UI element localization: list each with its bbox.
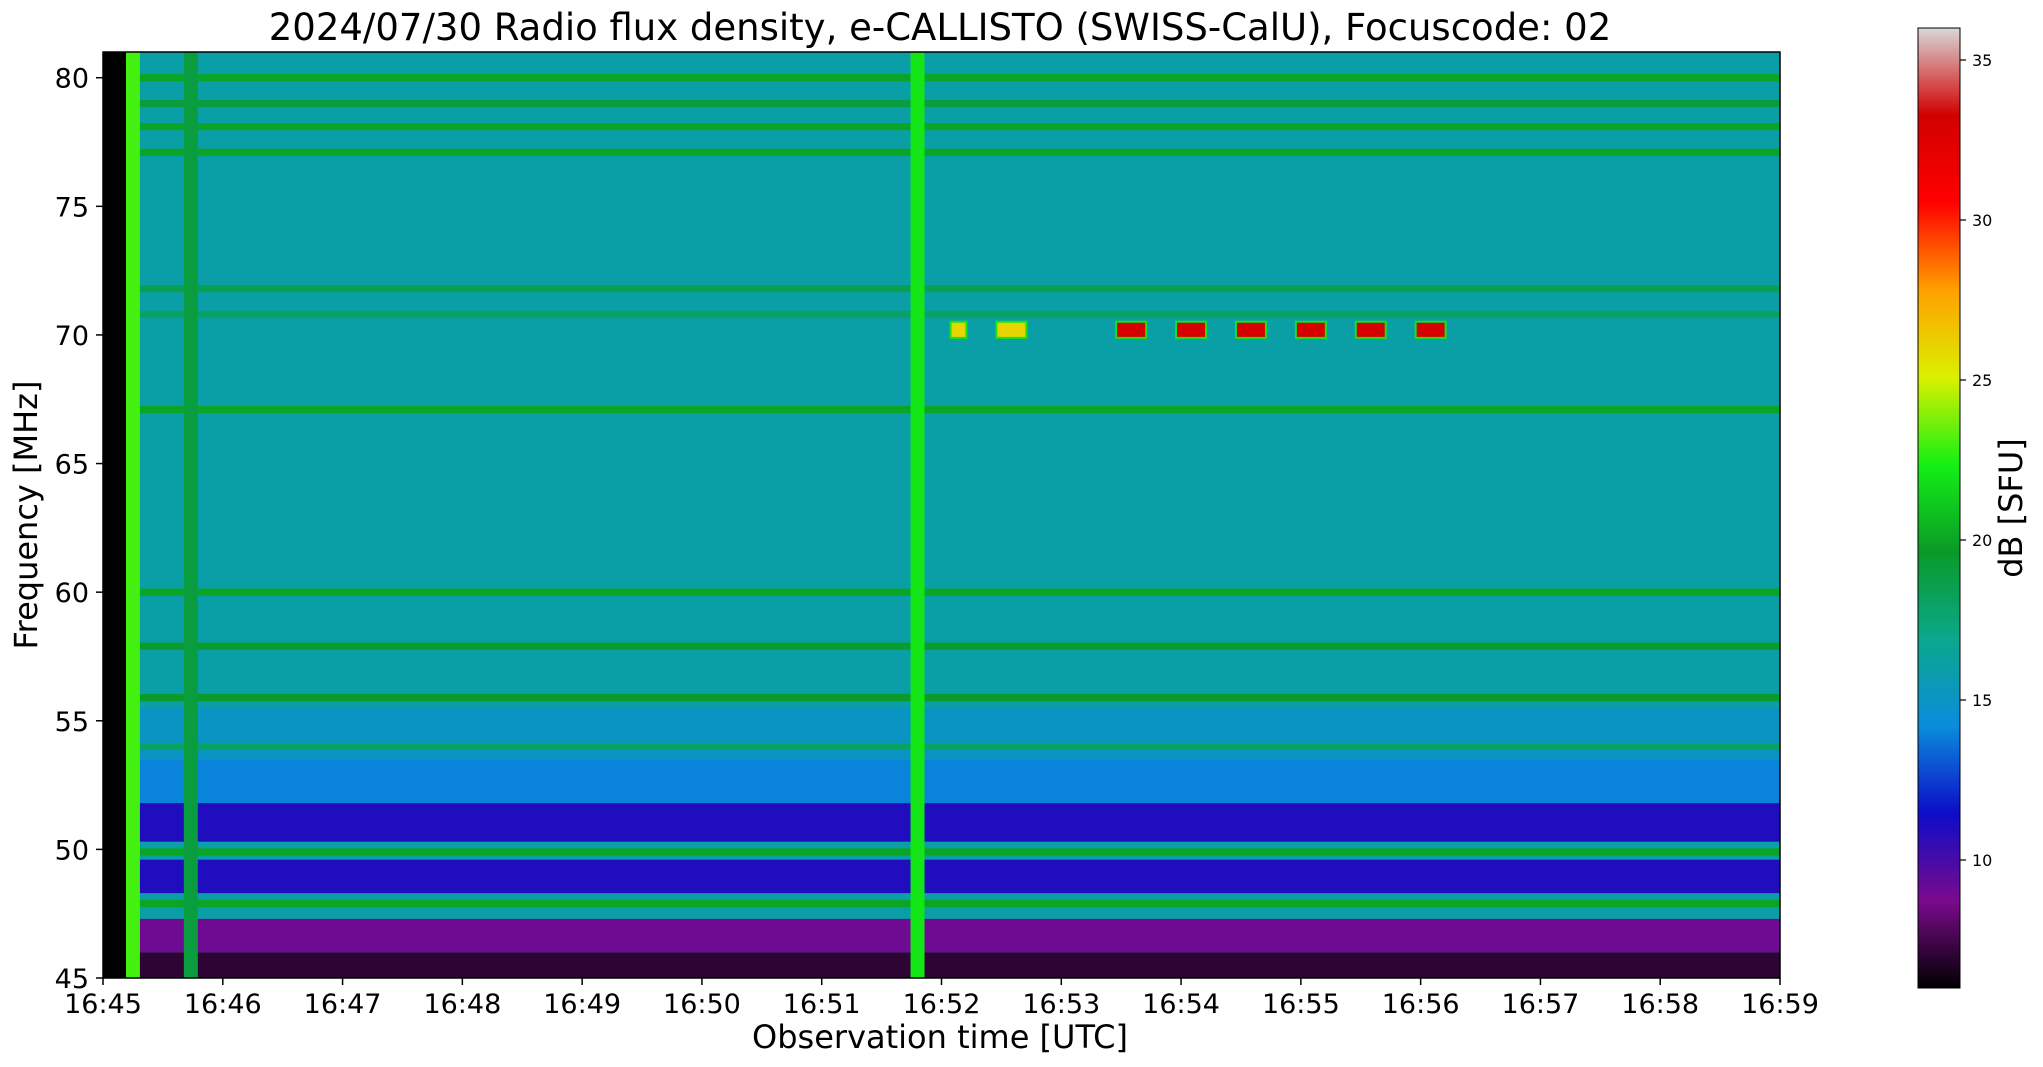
emission-spot-core: [1177, 322, 1206, 337]
x-axis-label: Observation time [UTC]: [752, 1018, 1128, 1056]
x-axis-ticks: 16:45 16:46 16:47 16:48 16:49 16:50 16:51 16:52…: [64, 978, 1819, 1020]
x-tick-label: 16:53: [1022, 989, 1100, 1020]
y-tick-label: 50: [55, 835, 89, 866]
spots: [949, 320, 1447, 339]
x-tick-label: 16:58: [1621, 989, 1699, 1020]
x-tick-label: 16:46: [184, 989, 262, 1020]
interference-band: [103, 588, 1780, 596]
colorbar-tick-label: 10: [1972, 851, 1992, 870]
vertical-burst: [183, 52, 198, 978]
y-tick-label: 45: [55, 964, 89, 995]
colorbar: [1917, 27, 1961, 989]
interference-band: [103, 285, 1780, 293]
x-tick-label: 16:52: [903, 989, 981, 1020]
chart-title: 2024/07/30 Radio flux density, e-CALLIST…: [269, 6, 1612, 49]
x-tick-label: 16:54: [1142, 989, 1220, 1020]
y-axis-ticks: 45 50 55 60 65 70 75 80: [55, 64, 103, 995]
emission-spot-core: [1296, 322, 1325, 337]
emission-spot-core: [997, 322, 1026, 337]
emission-spot-core: [1236, 322, 1265, 337]
colorbar-tick-label: 30: [1972, 211, 1992, 230]
interference-band: [103, 74, 1780, 82]
interference-band: [103, 742, 1780, 751]
frequency-zone: [103, 759, 1780, 804]
x-tick-label: 16:47: [304, 989, 382, 1020]
colorbar-tick-label: 35: [1972, 51, 1992, 70]
x-tick-label: 16:57: [1502, 989, 1580, 1020]
x-tick-label: 16:50: [663, 989, 741, 1020]
interference-band: [103, 642, 1780, 650]
vertical-burst: [910, 52, 925, 978]
x-tick-label: 16:55: [1262, 989, 1340, 1020]
spectrogram-plot-area: [103, 52, 1780, 978]
y-tick-label: 70: [55, 321, 89, 352]
interference-band: [103, 148, 1780, 156]
frequency-zone: [103, 859, 1780, 894]
interference-band: [103, 405, 1780, 414]
frequency-zone: [103, 803, 1780, 842]
spectrogram-figure: 2024/07/30 Radio flux density, e-CALLIST…: [7, 6, 2030, 1056]
y-tick-label: 55: [55, 707, 89, 738]
colorbar-tick-label: 20: [1972, 531, 1992, 550]
frequency-zone: [103, 952, 1780, 978]
emission-spot-core: [1356, 322, 1385, 337]
interference-band: [103, 694, 1780, 702]
x-tick-label: 16:48: [423, 989, 501, 1020]
colorbar-label: dB [SFU]: [1992, 438, 2030, 578]
colorbar-ticks: 10 15 20 25 30 35: [1960, 51, 1992, 870]
y-axis-label: Frequency [MHz]: [7, 381, 45, 650]
x-tick-label: 16:59: [1741, 989, 1819, 1020]
frequency-zone: [103, 707, 1780, 760]
interference-band: [103, 310, 1780, 318]
x-tick-label: 16:51: [783, 989, 861, 1020]
frequency-zone: [103, 918, 1780, 953]
x-tick-label: 16:49: [543, 989, 621, 1020]
emission-spot-core: [951, 322, 966, 337]
y-tick-label: 60: [55, 578, 89, 609]
interference-band: [103, 122, 1780, 131]
interference-band: [103, 99, 1780, 108]
x-tick-label: 16:56: [1382, 989, 1460, 1020]
colorbar-tick-label: 15: [1972, 691, 1992, 710]
y-tick-label: 80: [55, 64, 89, 95]
interference-band: [103, 848, 1780, 856]
interference-band: [103, 899, 1780, 908]
vertical-burst: [125, 52, 140, 978]
emission-spot-core: [1117, 322, 1146, 337]
y-tick-label: 65: [55, 450, 89, 481]
colorbar-tick-label: 25: [1972, 371, 1992, 390]
y-tick-label: 75: [55, 192, 89, 223]
emission-spot-core: [1416, 322, 1445, 337]
